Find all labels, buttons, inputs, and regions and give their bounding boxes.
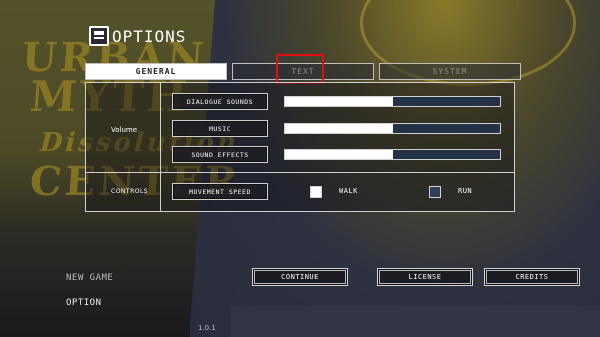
- sound-effects-slider[interactable]: [284, 149, 501, 160]
- music-slider[interactable]: [284, 123, 501, 134]
- dialogue-sounds-button[interactable]: DIALOGUE SOUNDS: [172, 93, 268, 110]
- footer-strip: [230, 306, 600, 337]
- version-label: 1.0.1: [198, 324, 216, 332]
- tab-text-highlight: [276, 54, 324, 84]
- tab-general[interactable]: GENERAL: [85, 63, 227, 80]
- volume-section-label: Volume: [111, 126, 138, 134]
- panel-divider-vertical: [160, 82, 161, 212]
- license-button[interactable]: LICENSE: [377, 268, 473, 286]
- dialogue-sounds-slider[interactable]: [284, 96, 501, 107]
- movement-speed-button[interactable]: MOVEMENT SPEED: [172, 183, 268, 200]
- options-book-icon: [89, 26, 109, 46]
- music-button[interactable]: MUSIC: [172, 120, 268, 137]
- controls-section-label: CONTROLS: [111, 188, 149, 195]
- continue-button[interactable]: CONTINUE: [252, 268, 348, 286]
- music-slider-fill: [285, 124, 393, 133]
- panel-divider-horizontal: [85, 172, 515, 173]
- dialogue-sounds-slider-fill: [285, 97, 393, 106]
- sound-effects-slider-fill: [285, 150, 393, 159]
- run-checkbox[interactable]: [429, 186, 441, 198]
- credits-button[interactable]: CREDITS: [484, 268, 580, 286]
- sound-effects-button[interactable]: SOUND EFFECTS: [172, 146, 268, 163]
- run-label: RUN: [458, 187, 473, 195]
- menu-new-game[interactable]: NEW GAME: [66, 273, 113, 283]
- options-title-text: OPTIONS: [112, 26, 187, 46]
- walk-checkbox[interactable]: [310, 186, 322, 198]
- options-title: OPTIONS: [89, 26, 186, 46]
- menu-option[interactable]: OPTION: [66, 298, 102, 308]
- tab-system[interactable]: SYSTEM: [379, 63, 521, 80]
- walk-label: WALK: [339, 187, 358, 195]
